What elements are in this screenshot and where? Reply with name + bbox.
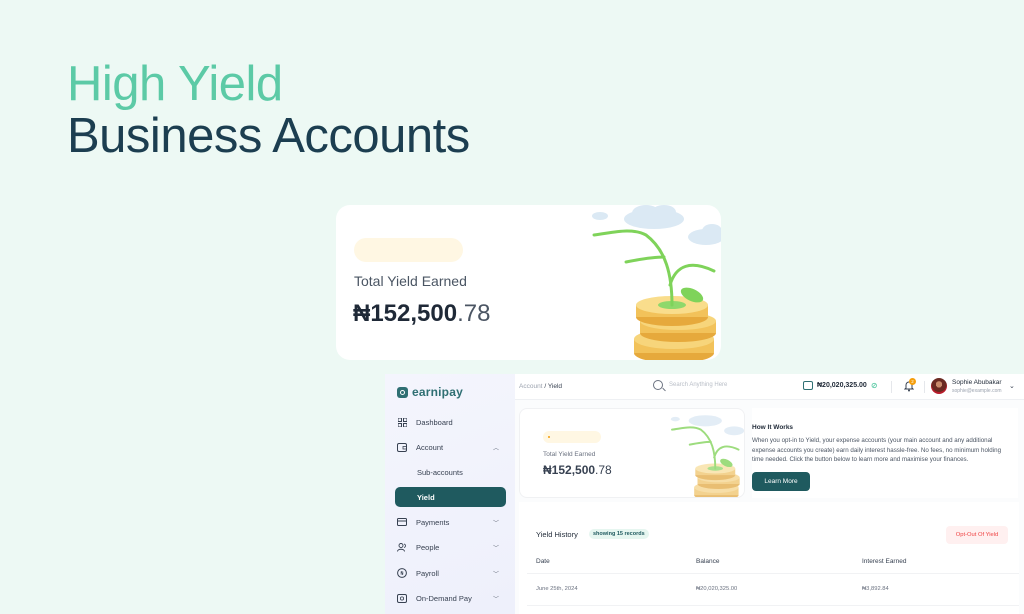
chevron-down-icon: ﹀ bbox=[492, 596, 499, 603]
header-divider bbox=[527, 573, 1019, 574]
avatar[interactable] bbox=[931, 378, 947, 394]
plant-coins-illustration bbox=[670, 415, 744, 497]
column-header-balance[interactable]: Balance bbox=[696, 558, 720, 565]
sidebar-item-dashboard[interactable]: Dashboard bbox=[397, 412, 507, 432]
wallet-icon bbox=[803, 381, 813, 390]
cell-date: June 25th, 2024 bbox=[536, 586, 578, 592]
divider bbox=[924, 381, 925, 393]
logo-icon bbox=[397, 386, 408, 398]
amount-decimal: .78 bbox=[595, 463, 612, 477]
dashboard-grid-icon bbox=[397, 417, 407, 427]
total-yield-card: Total Yield Earned ₦152,500.78 bbox=[519, 408, 745, 498]
notification-badge: 2 bbox=[909, 378, 916, 385]
people-icon bbox=[397, 542, 407, 552]
topbar: Account / Yield Search Anything Here ₦20… bbox=[515, 374, 1024, 400]
total-yield-amount: ₦152,500.78 bbox=[353, 300, 490, 328]
status-pill bbox=[354, 238, 463, 262]
earnipay-logo[interactable]: earnipay bbox=[397, 385, 463, 399]
app-window: earnipay Dashboard Account ︿ Sub-account… bbox=[385, 374, 1024, 614]
search-icon bbox=[653, 380, 663, 390]
search-input[interactable]: Search Anything Here bbox=[669, 382, 727, 388]
main-content: Total Yield Earned ₦152,500.78 How It Wo… bbox=[515, 400, 1024, 614]
learn-more-button[interactable]: Learn More bbox=[752, 472, 810, 491]
plant-coins-illustration bbox=[592, 205, 721, 360]
hero-title-accent: High Yield bbox=[67, 57, 283, 111]
opt-out-button[interactable]: Opt-Out Of Yield bbox=[946, 526, 1008, 544]
user-menu-chevron-icon[interactable]: ⌄ bbox=[1009, 382, 1015, 390]
sidebar-item-label: Yield bbox=[417, 493, 435, 502]
sidebar-item-payroll[interactable]: ₦ Payroll ﹀ bbox=[397, 563, 507, 583]
sidebar-item-on-demand-pay[interactable]: On-Demand Pay ﹀ bbox=[397, 588, 507, 608]
user-email: sophie@example.com bbox=[952, 388, 1002, 394]
sidebar-item-account[interactable]: Account ︿ bbox=[397, 437, 507, 457]
total-yield-label: Total Yield Earned bbox=[543, 451, 596, 458]
wallet-balance: ₦20,020,325.00 ⊘ bbox=[803, 381, 878, 390]
column-header-date[interactable]: Date bbox=[536, 558, 550, 565]
chevron-up-icon: ︿ bbox=[492, 445, 499, 452]
status-pill bbox=[543, 431, 601, 443]
hide-balance-icon[interactable]: ⊘ bbox=[871, 381, 878, 390]
svg-text:₦: ₦ bbox=[400, 571, 404, 577]
breadcrumb-yield: Yield bbox=[547, 383, 563, 390]
divider bbox=[891, 381, 892, 393]
cash-icon bbox=[397, 593, 407, 603]
chevron-down-icon: ﹀ bbox=[492, 520, 499, 527]
breadcrumb-separator: / bbox=[544, 383, 547, 390]
search-bar[interactable]: Search Anything Here bbox=[653, 380, 727, 390]
sidebar: earnipay Dashboard Account ︿ Sub-account… bbox=[385, 374, 515, 614]
wallet-icon bbox=[397, 442, 407, 452]
sidebar-item-people[interactable]: People ﹀ bbox=[397, 537, 507, 557]
sidebar-item-label: Account bbox=[416, 442, 444, 452]
user-name: Sophie Abubakar bbox=[952, 379, 1002, 386]
amount-main: ₦152,500 bbox=[543, 463, 596, 477]
yield-history-title: Yield History bbox=[536, 530, 578, 539]
how-it-works-text: When you opt-in to Yield, your expense a… bbox=[752, 437, 1002, 464]
sidebar-item-label: On-Demand Pay bbox=[416, 593, 472, 603]
breadcrumb: Account / Yield bbox=[519, 383, 562, 390]
coin-stack-icon bbox=[634, 296, 716, 360]
chevron-down-icon: ﹀ bbox=[492, 571, 499, 578]
cloud-icon bbox=[592, 205, 721, 245]
total-yield-label: Total Yield Earned bbox=[354, 273, 467, 289]
row-divider bbox=[527, 605, 1019, 606]
sidebar-item-label: Dashboard bbox=[416, 417, 453, 427]
column-header-interest[interactable]: Interest Earned bbox=[862, 558, 906, 565]
breadcrumb-account[interactable]: Account bbox=[519, 383, 543, 390]
sidebar-item-label: People bbox=[416, 542, 440, 552]
how-it-works-title: How It Works bbox=[752, 424, 794, 431]
sidebar-item-label: Payments bbox=[416, 517, 450, 527]
cell-interest: ₦3,892.84 bbox=[862, 586, 889, 592]
sidebar-item-payments[interactable]: Payments ﹀ bbox=[397, 512, 507, 532]
sidebar-item-label: Payroll bbox=[416, 568, 439, 578]
naira-circle-icon: ₦ bbox=[397, 568, 407, 578]
hero-heading: High Yield Business Accounts bbox=[67, 58, 470, 162]
yield-history-section: Yield History showing 15 records Opt-Out… bbox=[519, 502, 1019, 614]
sidebar-item-sub-accounts[interactable]: Sub-accounts bbox=[417, 468, 463, 477]
logo-text: earnipay bbox=[412, 385, 463, 399]
hero-title-main: Business Accounts bbox=[67, 109, 470, 163]
chevron-down-icon: ﹀ bbox=[492, 545, 499, 552]
total-yield-amount: ₦152,500.78 bbox=[543, 463, 612, 477]
sidebar-item-yield[interactable]: Yield bbox=[395, 487, 506, 507]
card-icon bbox=[397, 517, 407, 527]
cell-balance: ₦20,020,325.00 bbox=[696, 586, 738, 592]
amount-main: ₦152,500 bbox=[353, 300, 458, 327]
amount-decimal: .78 bbox=[457, 300, 491, 327]
how-it-works-panel: How It Works When you opt-in to Yield, y… bbox=[752, 408, 1018, 498]
total-yield-feature-card: Total Yield Earned ₦152,500.78 bbox=[336, 205, 721, 360]
records-count-badge: showing 15 records bbox=[589, 529, 649, 539]
balance-amount: ₦20,020,325.00 bbox=[817, 382, 867, 389]
